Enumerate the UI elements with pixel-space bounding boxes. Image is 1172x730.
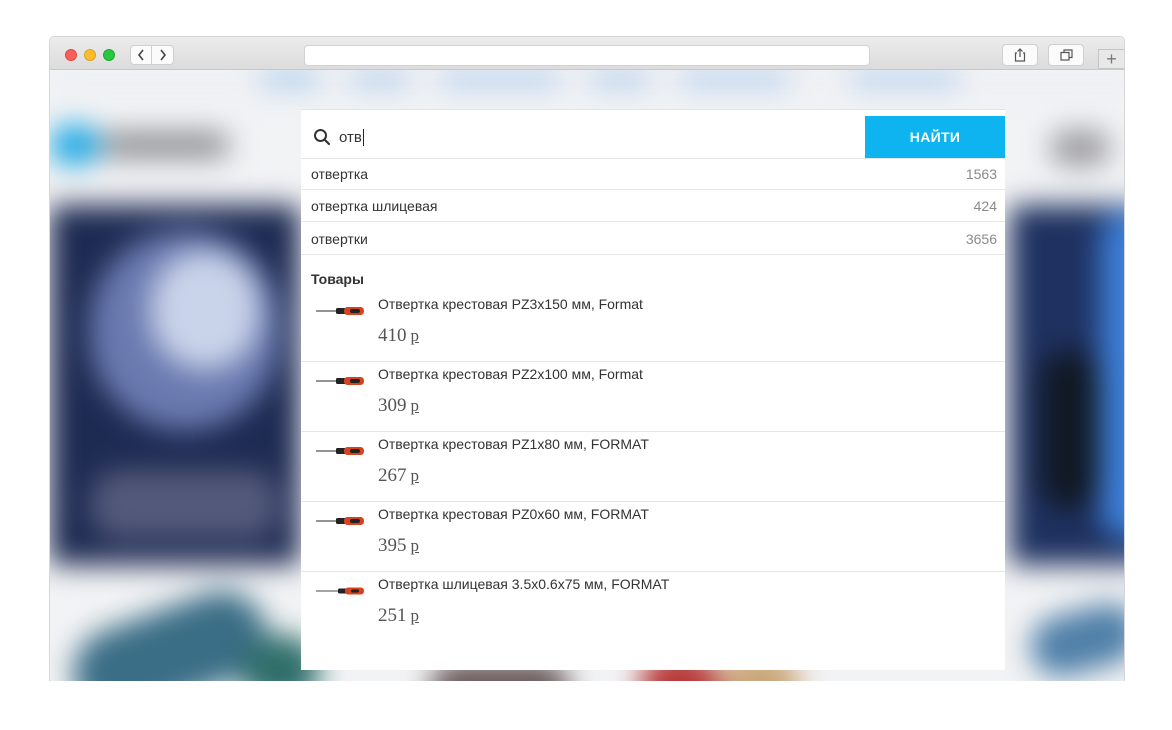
- search-bar: НАЙТИ: [301, 116, 1005, 159]
- tabs-icon: [1059, 49, 1073, 61]
- product-item[interactable]: Отвертка крестовая PZ0x60 мм, FORMAT 395…: [301, 502, 1005, 572]
- product-item[interactable]: Отвертка крестовая PZ2x100 мм, Format 30…: [301, 362, 1005, 432]
- show-tabs-button[interactable]: [1048, 44, 1084, 66]
- suggestion-text: отвертки: [311, 230, 368, 247]
- suggestion-text: отвертка шлицевая: [311, 197, 438, 214]
- product-price: 309 р: [378, 395, 420, 416]
- product-name: Отвертка крестовая PZ3x150 мм, Format: [378, 296, 643, 312]
- chevron-right-icon: [159, 49, 166, 61]
- new-tab-button[interactable]: +: [1098, 49, 1124, 69]
- suggestion-item[interactable]: отвертки 3656: [301, 223, 1005, 255]
- product-price: 395 р: [378, 535, 420, 556]
- minimize-window-button[interactable]: [84, 49, 96, 61]
- search-dropdown: НАЙТИ отвертка 1563 отвертка шлицевая 42…: [301, 109, 1005, 670]
- currency-sign: р: [410, 326, 420, 345]
- page-viewport: НАЙТИ отвертка 1563 отвертка шлицевая 42…: [50, 70, 1124, 681]
- suggestion-count: 1563: [965, 165, 997, 182]
- product-name: Отвертка крестовая PZ0x60 мм, FORMAT: [378, 506, 649, 522]
- close-window-button[interactable]: [65, 49, 77, 61]
- product-name: Отвертка крестовая PZ2x100 мм, Format: [378, 366, 643, 382]
- suggestion-item[interactable]: отвертка 1563: [301, 158, 1005, 190]
- product-item[interactable]: Отвертка шлицевая 3.5x0.6x75 мм, FORMAT …: [301, 572, 1005, 642]
- browser-titlebar: +: [50, 37, 1124, 70]
- screwdriver-thumbnail: [316, 517, 364, 525]
- product-name: Отвертка крестовая PZ1x80 мм, FORMAT: [378, 436, 649, 452]
- product-item[interactable]: Отвертка крестовая PZ3x150 мм, Format 41…: [301, 292, 1005, 362]
- product-name: Отвертка шлицевая 3.5x0.6x75 мм, FORMAT: [378, 576, 670, 592]
- plus-icon: +: [1106, 49, 1117, 69]
- search-input[interactable]: [339, 123, 859, 151]
- screwdriver-thumbnail: [316, 377, 364, 385]
- find-button[interactable]: НАЙТИ: [865, 116, 1005, 158]
- chevron-left-icon: [137, 49, 144, 61]
- zoom-window-button[interactable]: [103, 49, 115, 61]
- currency-sign: р: [410, 466, 420, 485]
- currency-sign: р: [410, 536, 420, 555]
- screwdriver-thumbnail: [316, 587, 364, 595]
- currency-sign: р: [410, 396, 420, 415]
- text-caret: [363, 129, 364, 146]
- suggestion-count: 424: [973, 197, 997, 214]
- share-button[interactable]: [1002, 44, 1038, 66]
- screwdriver-thumbnail: [316, 307, 364, 315]
- browser-window: + отв НАЙТИ отвертка 1563 отвертка шлице…: [49, 36, 1125, 681]
- screwdriver-thumbnail: [316, 447, 364, 455]
- share-icon: [1014, 48, 1026, 62]
- products-section-title: Товары: [311, 271, 364, 287]
- address-bar[interactable]: [304, 45, 870, 66]
- currency-sign: р: [410, 606, 420, 625]
- product-price: 251 р: [378, 605, 420, 626]
- forward-button[interactable]: [152, 45, 174, 65]
- product-item[interactable]: Отвертка крестовая PZ1x80 мм, FORMAT 267…: [301, 432, 1005, 502]
- back-button[interactable]: [130, 45, 152, 65]
- product-price: 410 р: [378, 325, 420, 346]
- search-icon: [314, 129, 331, 146]
- suggestion-text: отвертка: [311, 165, 369, 182]
- suggestion-count: 3656: [965, 230, 997, 247]
- product-price: 267 р: [378, 465, 420, 486]
- suggestion-item[interactable]: отвертка шлицевая 424: [301, 190, 1005, 222]
